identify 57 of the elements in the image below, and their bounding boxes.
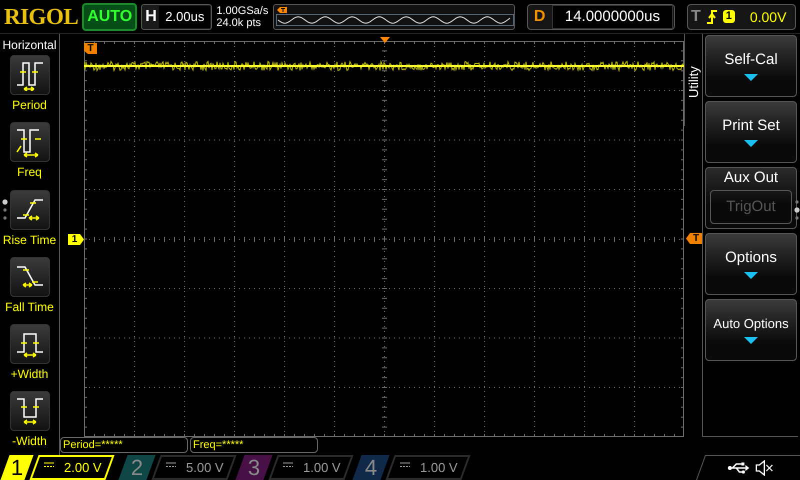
channel-tab[interactable]: 1 <box>0 455 34 480</box>
trigger-label: T <box>690 8 701 26</box>
dropdown-arrow-icon <box>744 74 758 81</box>
menu-button[interactable]: Options <box>705 233 797 295</box>
menu-title: Horizontal <box>2 38 57 52</box>
dc-coupling-icon <box>283 462 293 468</box>
trigger-source: 1 <box>722 10 735 23</box>
trigger-marker-icon <box>276 6 288 14</box>
channel-scale: 2.00 V <box>64 460 102 475</box>
button-label: Freq <box>17 165 42 180</box>
measure-button[interactable] <box>10 324 50 364</box>
channel-tab[interactable]: 4 <box>352 455 390 480</box>
page-indicator-icon <box>794 199 800 221</box>
measure-button[interactable] <box>10 190 50 230</box>
trigger-level-marker: T <box>686 233 702 244</box>
button-label: Rise Time <box>2 232 56 247</box>
measurement-readout: Freq=***** <box>190 437 318 453</box>
menu-title: Utility <box>686 65 701 98</box>
dc-coupling-icon <box>400 462 410 468</box>
run-status-button[interactable]: AUTO <box>82 2 138 30</box>
rising-edge-icon <box>706 8 718 24</box>
dc-coupling-icon <box>44 462 54 468</box>
measure-button[interactable] <box>10 390 50 431</box>
menu-label: Aux Out <box>724 169 778 187</box>
dropdown-arrow-icon <box>744 140 758 147</box>
trigger-position-icon <box>380 37 390 43</box>
menu-button[interactable]: Self-Cal <box>705 35 797 97</box>
button-label: Period <box>12 98 47 112</box>
channel-scale: 5.00 V <box>186 460 224 475</box>
channel-scale: 1.00 V <box>303 460 341 475</box>
button-label: -Width <box>12 434 47 448</box>
menu-button[interactable]: Print Set <box>705 101 797 163</box>
speaker-muted-icon <box>755 460 776 476</box>
measure-button[interactable] <box>10 122 50 162</box>
dc-coupling-icon <box>166 462 176 468</box>
memory-depth: 24.0k pts <box>216 16 262 28</box>
delay-value: 14.0000000us <box>552 4 673 28</box>
usb-icon <box>727 462 750 474</box>
menu-button[interactable]: Auto Options <box>705 299 797 361</box>
brand-logo: RIGOL <box>4 4 78 30</box>
button-label: Fall Time <box>5 300 54 314</box>
page-indicator-icon <box>2 199 8 221</box>
channel-tab[interactable]: 3 <box>235 455 273 480</box>
channel-offset-marker: 1 <box>68 234 84 245</box>
dropdown-arrow-icon <box>744 337 758 344</box>
measure-button[interactable] <box>10 55 50 96</box>
delay-label: D <box>534 8 546 26</box>
sample-rate: 1.00GSa/s <box>216 4 269 16</box>
trigger-level: 0.00V <box>750 8 786 24</box>
channel-scale: 1.00 V <box>420 460 458 475</box>
measure-button[interactable] <box>10 256 50 297</box>
trigger-position-marker: T <box>84 43 97 54</box>
button-label: +Width <box>10 366 48 381</box>
timebase-label: H <box>145 8 158 26</box>
measurement-readout: Period=***** <box>60 437 188 453</box>
dropdown-arrow-icon <box>744 272 758 279</box>
timebase-value: 2.00us <box>159 6 210 28</box>
